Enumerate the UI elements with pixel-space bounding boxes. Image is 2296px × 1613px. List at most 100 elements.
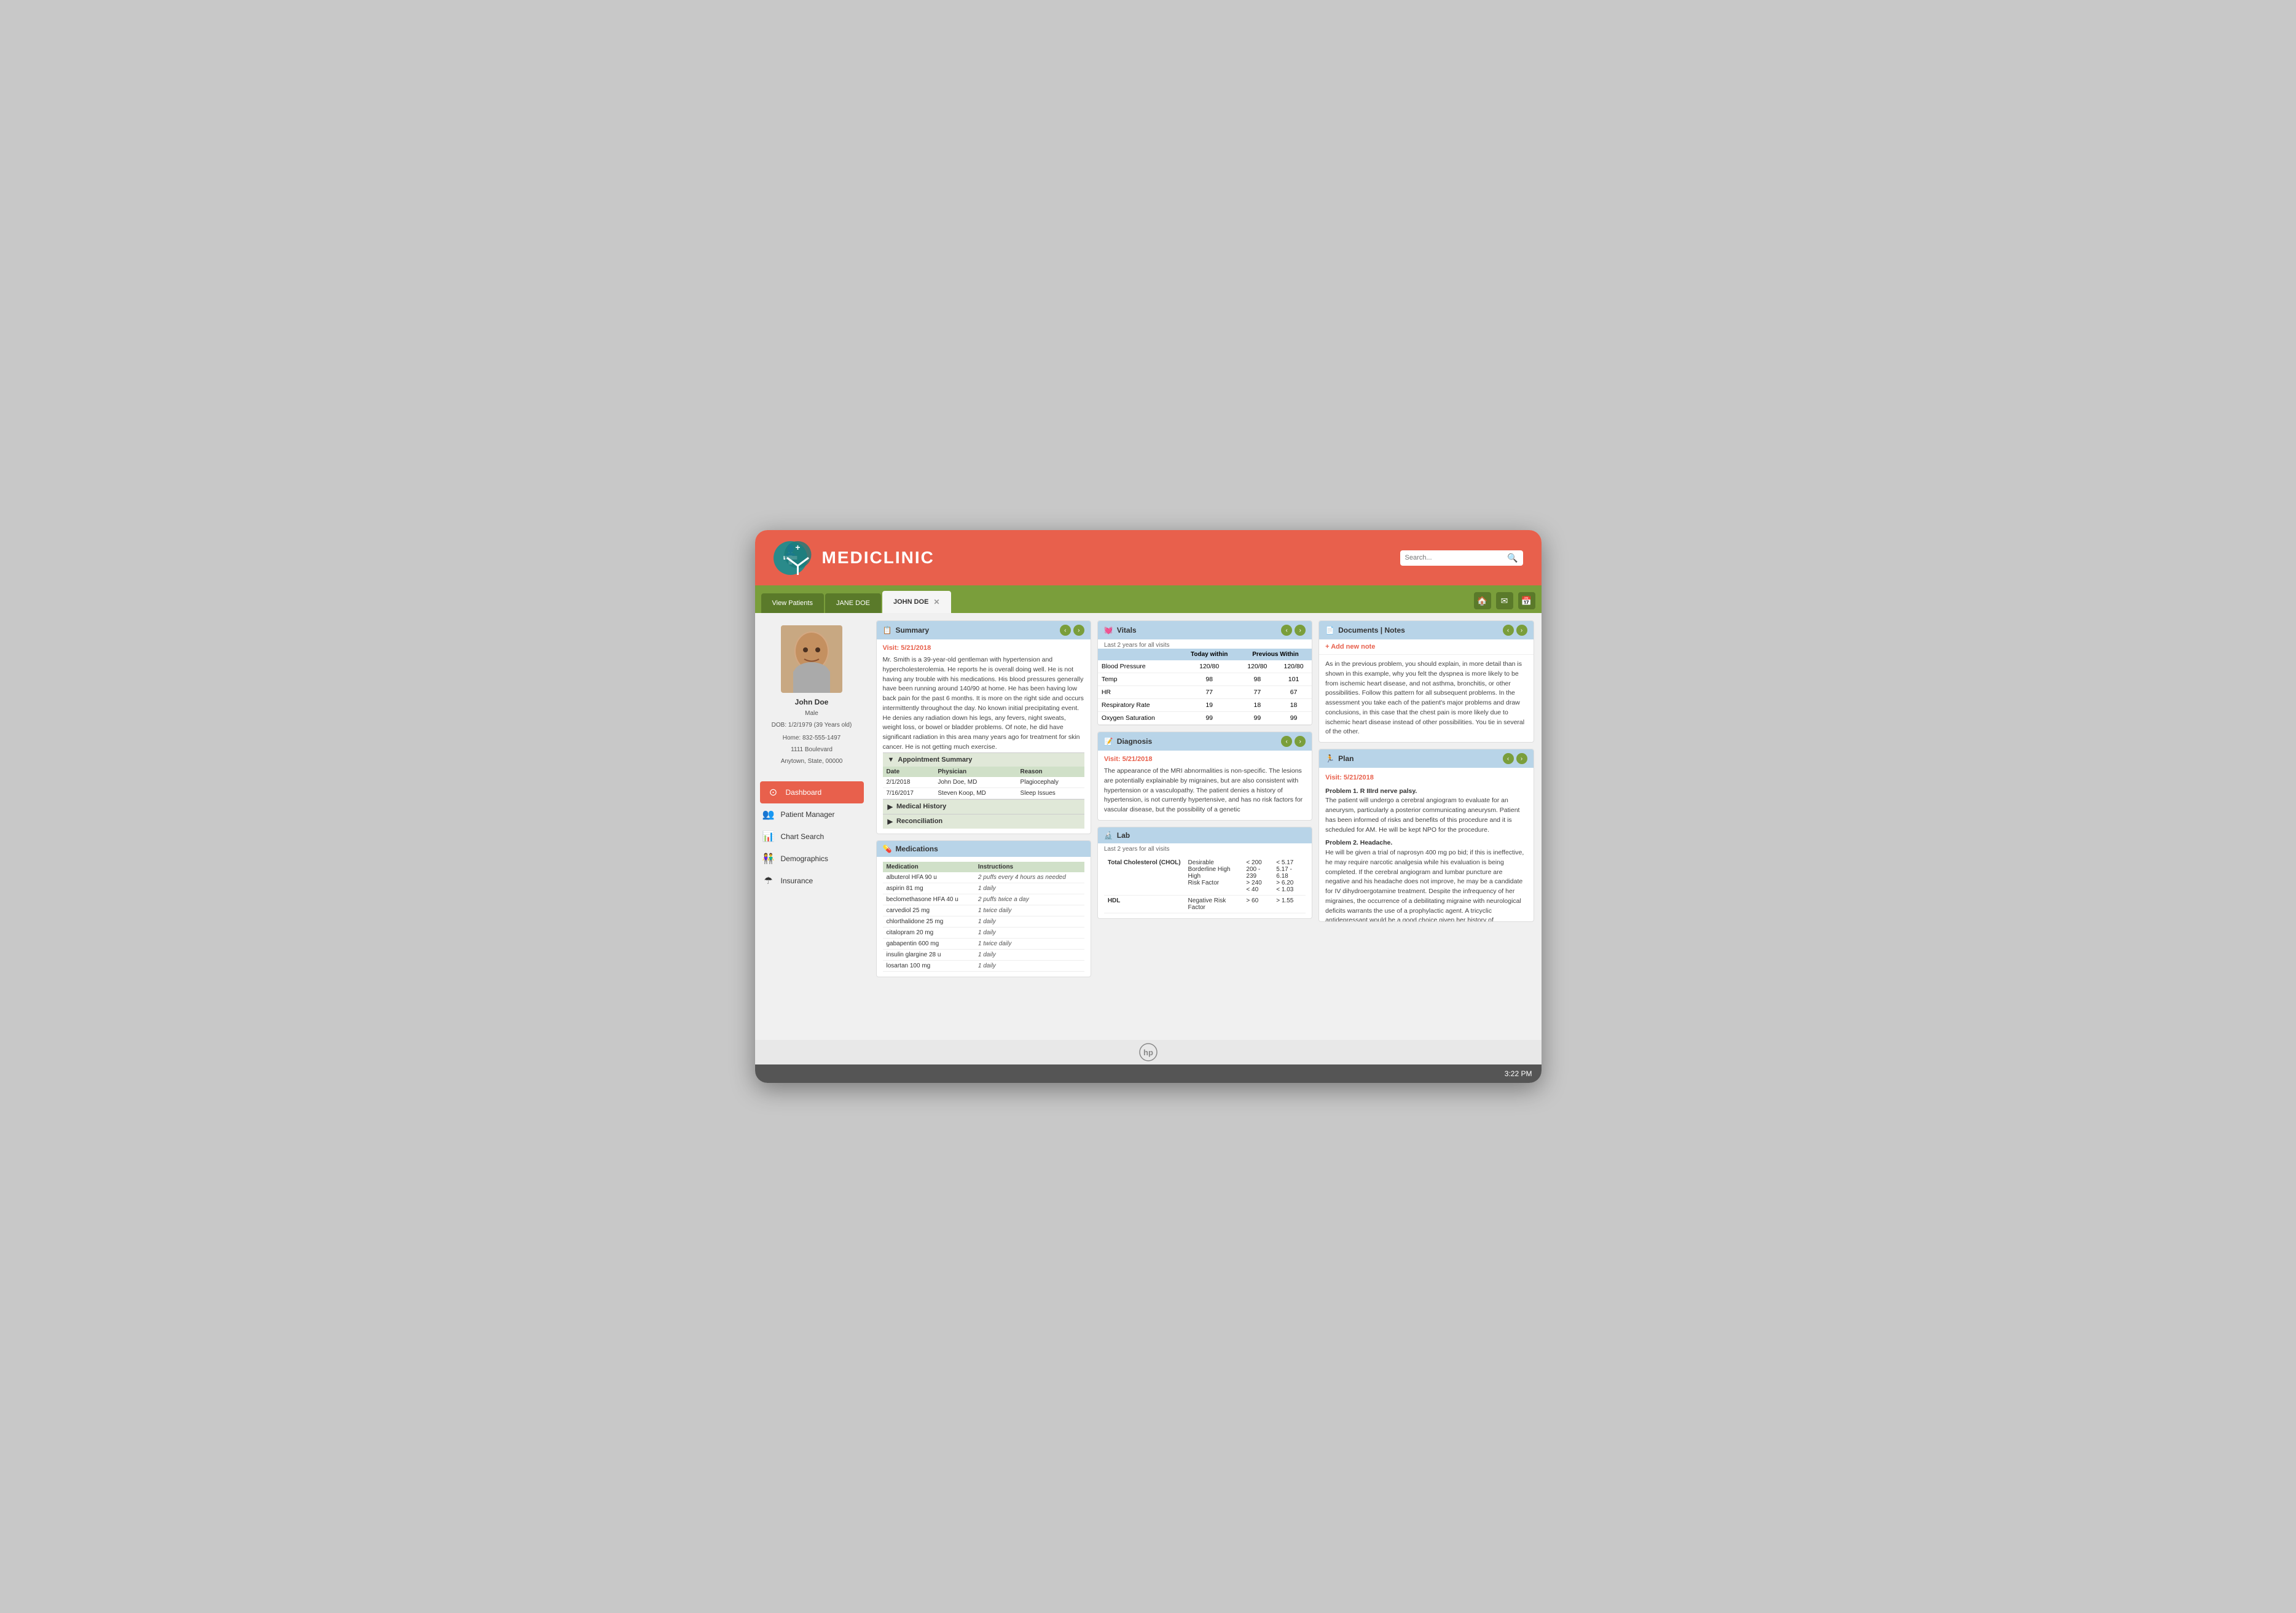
plan-content: Visit: 5/21/2018 Problem 1. R IIIrd nerv… bbox=[1319, 768, 1533, 921]
appt-date-2: 7/16/2017 bbox=[883, 787, 934, 799]
patient-addr2: Anytown, State, 00000 bbox=[761, 757, 863, 766]
med-row: losartan 100 mg1 daily bbox=[883, 960, 1084, 971]
lab-icon: 🔬 bbox=[1104, 831, 1113, 840]
reconciliation-toggle[interactable]: ▶ Reconciliation bbox=[883, 814, 1084, 829]
diag-next-btn[interactable]: › bbox=[1295, 736, 1306, 747]
docs-nav: ‹ › bbox=[1503, 625, 1527, 636]
summary-icon: 📋 bbox=[883, 626, 892, 635]
calendar-button[interactable]: 📅 bbox=[1518, 592, 1535, 609]
docs-text: As in the previous problem, you should e… bbox=[1319, 655, 1533, 742]
patient-gender: Male bbox=[761, 709, 863, 718]
lab-panel: 🔬 Lab Last 2 years for all visits Total … bbox=[1097, 827, 1312, 919]
patient-card: John Doe Male DOB: 1/2/1979 (39 Years ol… bbox=[755, 619, 869, 772]
vital-row-temp: Temp 98 98 101 bbox=[1098, 673, 1312, 686]
appt-col-physician: Physician bbox=[934, 767, 1016, 777]
plan-next-btn[interactable]: › bbox=[1516, 753, 1527, 764]
medications-panel: 💊 Medications Medication Instructions al… bbox=[876, 840, 1091, 977]
patient-phone: Home: 832-555-1497 bbox=[761, 733, 863, 743]
lab-chol-ranges2: < 5.17 5.17 - 6.18 > 6.20 < 1.03 bbox=[1272, 857, 1306, 896]
svg-text:hp: hp bbox=[1143, 1048, 1153, 1057]
docs-header: 📄 Documents | Notes ‹ › bbox=[1319, 621, 1533, 639]
docs-prev-btn[interactable]: ‹ bbox=[1503, 625, 1514, 636]
vitals-prev-btn[interactable]: ‹ bbox=[1281, 625, 1292, 636]
appt-toggle[interactable]: ▼ Appointment Summary bbox=[883, 752, 1084, 767]
med-row: citalopram 20 mg1 daily bbox=[883, 927, 1084, 938]
patient-avatar bbox=[781, 625, 842, 693]
add-note-button[interactable]: + Add new note bbox=[1319, 639, 1533, 655]
documents-panel: 📄 Documents | Notes ‹ › + Add new note A… bbox=[1318, 620, 1534, 743]
sidebar-item-insurance[interactable]: ☂ Insurance bbox=[755, 870, 869, 892]
diag-visit-date: Visit: 5/21/2018 bbox=[1104, 756, 1306, 763]
vitals-today-header: Today within bbox=[1180, 649, 1239, 660]
sidebar-item-dashboard[interactable]: ⊙ Dashboard bbox=[760, 781, 864, 803]
summary-next-btn[interactable]: › bbox=[1073, 625, 1084, 636]
chart-search-icon: 📊 bbox=[762, 830, 775, 843]
diag-content: Visit: 5/21/2018 The appearance of the M… bbox=[1098, 751, 1312, 820]
nav-tabs: View Patients JANE DOE JOHN DOE ✕ bbox=[761, 591, 951, 613]
lab-subtitle: Last 2 years for all visits bbox=[1098, 843, 1312, 853]
search-button[interactable]: 🔍 bbox=[1507, 553, 1518, 563]
vitals-header: 💓 Vitals ‹ › bbox=[1098, 621, 1312, 639]
vital-row-bp: Blood Pressure 120/80 120/80 120/80 bbox=[1098, 660, 1312, 673]
plan-problem-1-label: Problem 1. R IIIrd nerve palsy. bbox=[1325, 787, 1527, 797]
app-name: MEDICLINIC bbox=[822, 548, 934, 568]
medhistory-toggle[interactable]: ▶ Medical History bbox=[883, 799, 1084, 814]
appt-row: 7/16/2017 Steven Koop, MD Sleep Issues bbox=[883, 787, 1084, 799]
logo-symbol: + bbox=[781, 541, 815, 575]
tab-jane-doe[interactable]: JANE DOE bbox=[825, 593, 881, 613]
plan-nav: ‹ › bbox=[1503, 753, 1527, 764]
main-layout: John Doe Male DOB: 1/2/1979 (39 Years ol… bbox=[755, 613, 1542, 1040]
appt-date-1: 2/1/2018 bbox=[883, 777, 934, 788]
logo-area: ✚ 👤 + MEDICLINIC bbox=[774, 541, 934, 575]
diagnosis-panel: 📝 Diagnosis ‹ › Visit: 5/21/2018 The app… bbox=[1097, 732, 1312, 821]
appt-col-date: Date bbox=[883, 767, 934, 777]
summary-panel: 📋 Summary ‹ › Visit: 5/21/2018 Mr. Smith… bbox=[876, 620, 1091, 834]
appt-reason-1: Plagiocephaly bbox=[1017, 777, 1084, 788]
summary-prev-btn[interactable]: ‹ bbox=[1060, 625, 1071, 636]
plan-prev-btn[interactable]: ‹ bbox=[1503, 753, 1514, 764]
lab-content: Total Cholesterol (CHOL) Desirable Borde… bbox=[1098, 853, 1312, 918]
lab-hdl-cat: Negative Risk Factor bbox=[1185, 895, 1243, 913]
plan-panel: 🏃 Plan ‹ › Visit: 5/21/2018 Problem 1. R… bbox=[1318, 749, 1534, 922]
appt-reason-2: Sleep Issues bbox=[1017, 787, 1084, 799]
docs-next-btn[interactable]: › bbox=[1516, 625, 1527, 636]
diag-header: 📝 Diagnosis ‹ › bbox=[1098, 732, 1312, 751]
medhistory-arrow: ▶ bbox=[888, 803, 893, 811]
tab-john-doe[interactable]: JOHN DOE ✕ bbox=[882, 591, 951, 613]
lab-header: 🔬 Lab bbox=[1098, 827, 1312, 843]
header-search[interactable]: 🔍 bbox=[1400, 550, 1523, 566]
sidebar-item-patient-manager[interactable]: 👥 Patient Manager bbox=[755, 803, 869, 826]
meds-content: Medication Instructions albuterol HFA 90… bbox=[877, 857, 1091, 977]
appt-table: Date Physician Reason 2/1/2018 John Doe,… bbox=[883, 767, 1084, 799]
dashboard-icon: ⊙ bbox=[767, 786, 780, 799]
sidebar-item-chart-search[interactable]: 📊 Chart Search bbox=[755, 826, 869, 848]
sidebar-item-demographics[interactable]: 👫 Demographics bbox=[755, 848, 869, 870]
vital-row-hr: HR 77 77 67 bbox=[1098, 686, 1312, 699]
summary-text: Mr. Smith is a 39-year-old gentleman wit… bbox=[883, 655, 1084, 752]
summary-header: 📋 Summary ‹ › bbox=[877, 621, 1091, 639]
header: ✚ 👤 + MEDICLINIC 🔍 bbox=[755, 530, 1542, 585]
svg-text:+: + bbox=[795, 542, 800, 552]
search-input[interactable] bbox=[1405, 554, 1508, 561]
tab-view-patients[interactable]: View Patients bbox=[761, 593, 824, 613]
lab-hdl-range1: > 60 bbox=[1242, 895, 1272, 913]
diag-icon: 📝 bbox=[1104, 737, 1113, 746]
tab-close-icon[interactable]: ✕ bbox=[933, 598, 939, 606]
lab-row-chol: Total Cholesterol (CHOL) Desirable Borde… bbox=[1104, 857, 1306, 896]
vitals-nav: ‹ › bbox=[1281, 625, 1306, 636]
appt-physician-1: John Doe, MD bbox=[934, 777, 1016, 788]
meds-icon: 💊 bbox=[883, 845, 892, 853]
vitals-next-btn[interactable]: › bbox=[1295, 625, 1306, 636]
lab-chol-ranges1: < 200 200 - 239 > 240 < 40 bbox=[1242, 857, 1272, 896]
vitals-table: Today within Previous Within Blood Press… bbox=[1098, 649, 1312, 725]
plan-problem-1-text: The patient will undergo a cerebral angi… bbox=[1325, 796, 1527, 835]
summary-content: Visit: 5/21/2018 Mr. Smith is a 39-year-… bbox=[877, 639, 1091, 834]
nav-bar: View Patients JANE DOE JOHN DOE ✕ 🏠 ✉ 📅 bbox=[755, 585, 1542, 613]
diag-prev-btn[interactable]: ‹ bbox=[1281, 736, 1292, 747]
appt-arrow: ▼ bbox=[888, 756, 895, 764]
insurance-icon: ☂ bbox=[762, 875, 775, 887]
home-button[interactable]: 🏠 bbox=[1474, 592, 1491, 609]
mail-button[interactable]: ✉ bbox=[1496, 592, 1513, 609]
med-row: albuterol HFA 90 u2 puffs every 4 hours … bbox=[883, 872, 1084, 883]
status-time: 3:22 PM bbox=[1505, 1069, 1532, 1078]
